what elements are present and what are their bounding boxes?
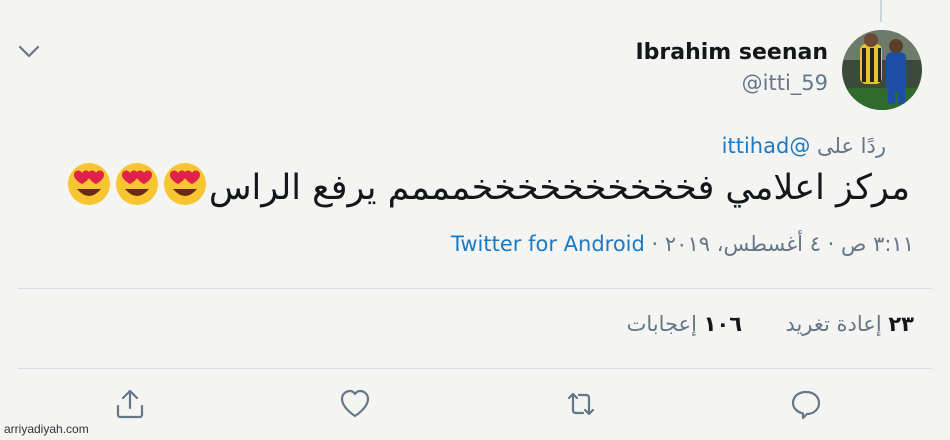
reply-prefix: ردًا على [817, 134, 886, 158]
tweet-body: مركز اعلامي فخخخخخخخخخخمممم يرفع الراس [208, 168, 910, 208]
tweet-stats: ٢٣ إعادة تغريد ١٠٦ إعجابات [627, 312, 914, 336]
chevron-down-icon[interactable] [18, 44, 40, 58]
divider [18, 288, 932, 289]
likes-count: ١٠٦ [703, 312, 743, 336]
retweets-stat[interactable]: ٢٣ إعادة تغريد [785, 312, 914, 336]
share-icon[interactable] [112, 386, 148, 422]
watermark: arriyadiyah.com [4, 422, 89, 436]
tweet-timestamp[interactable]: ٣:١١ ص · ٤ أغسطس، ٢٠١٩ · [652, 232, 914, 256]
heart-eyes-emoji-icon [114, 161, 160, 207]
avatar[interactable] [842, 30, 922, 110]
retweets-count: ٢٣ [888, 312, 914, 336]
author-handle[interactable]: @itti_59 [635, 71, 828, 95]
heart-eyes-emoji-icon [162, 161, 208, 207]
author-name[interactable]: Ibrahim seenan [635, 40, 828, 65]
divider [18, 368, 932, 369]
reply-icon[interactable] [788, 386, 824, 422]
reply-to: ردًا على @ittihad [722, 134, 886, 158]
tweet-text: مركز اعلامي فخخخخخخخخخخمممم يرفع الراس [30, 160, 910, 216]
retweet-icon[interactable] [563, 386, 599, 422]
likes-stat[interactable]: ١٠٦ إعجابات [627, 312, 742, 336]
reply-mention-link[interactable]: @ittihad [722, 134, 811, 158]
thread-line [880, 0, 882, 22]
like-icon[interactable] [337, 386, 373, 422]
tweet-source-link[interactable]: Twitter for Android [451, 232, 645, 256]
retweets-label: إعادة تغريد [785, 312, 882, 336]
likes-label: إعجابات [626, 312, 697, 336]
tweet-meta: ٣:١١ ص · ٤ أغسطس، ٢٠١٩ · Twitter for And… [451, 232, 914, 256]
heart-eyes-emoji-icon [66, 161, 112, 207]
author-block[interactable]: Ibrahim seenan @itti_59 [635, 40, 828, 95]
